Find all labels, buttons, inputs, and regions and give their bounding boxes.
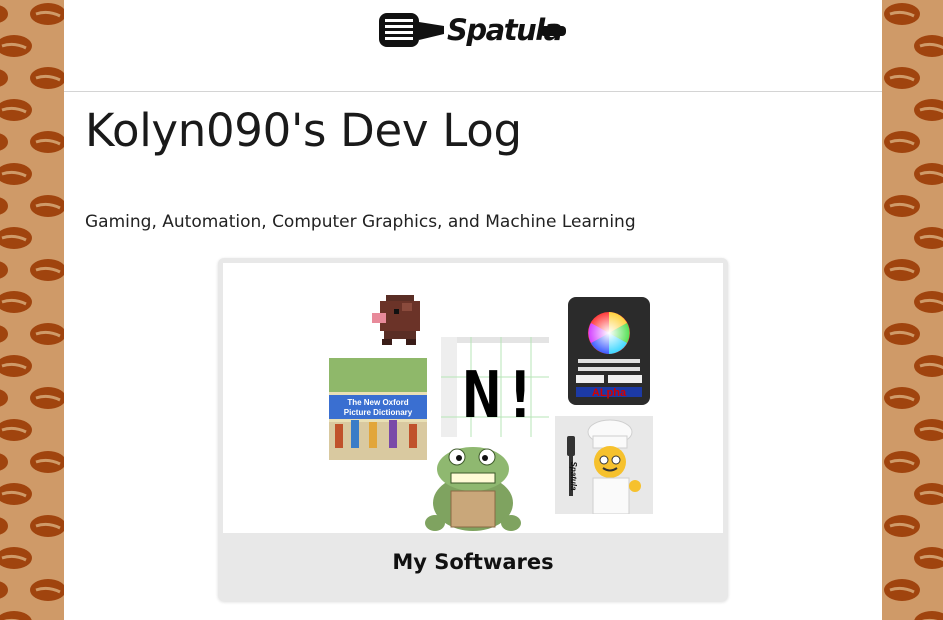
- logo-text: Spatula: [447, 13, 563, 47]
- n-exclamation-grid-thumbnail: N!: [441, 337, 549, 437]
- chef-spatula-label: Spatula: [569, 462, 578, 491]
- n-glyph-text: N!: [462, 359, 539, 433]
- site-logo[interactable]: Spatula: [378, 10, 570, 54]
- dictionary-title-line2: Picture Dictionary: [344, 408, 413, 417]
- my-softwares-card[interactable]: ALpha The New Oxford Picture Dictionary: [218, 258, 728, 601]
- page-tagline: Gaming, Automation, Computer Graphics, a…: [85, 212, 636, 232]
- dictionary-title-line1: The New Oxford: [347, 398, 408, 407]
- site-header: Spatula: [64, 0, 882, 92]
- chef-spatula-thumbnail: Spatula: [555, 416, 653, 514]
- picture-dictionary-thumbnail: The New Oxford Picture Dictionary: [329, 358, 427, 460]
- pixel-mole-icon: [372, 291, 430, 349]
- softwares-collage-image: ALpha The New Oxford Picture Dictionary: [223, 263, 723, 533]
- bean-pattern-background-right: [882, 0, 943, 620]
- card-caption: My Softwares: [392, 550, 554, 574]
- bean-pattern-background-left: [0, 0, 64, 620]
- crocodile-mascot-icon: [423, 443, 523, 533]
- page-content: Spatula Kolyn090's Dev Log Gaming, Autom…: [64, 0, 882, 620]
- page-title: Kolyn090's Dev Log: [85, 104, 522, 157]
- alpha-label: ALpha: [592, 387, 627, 399]
- color-picker-app-thumbnail: ALpha: [568, 297, 650, 405]
